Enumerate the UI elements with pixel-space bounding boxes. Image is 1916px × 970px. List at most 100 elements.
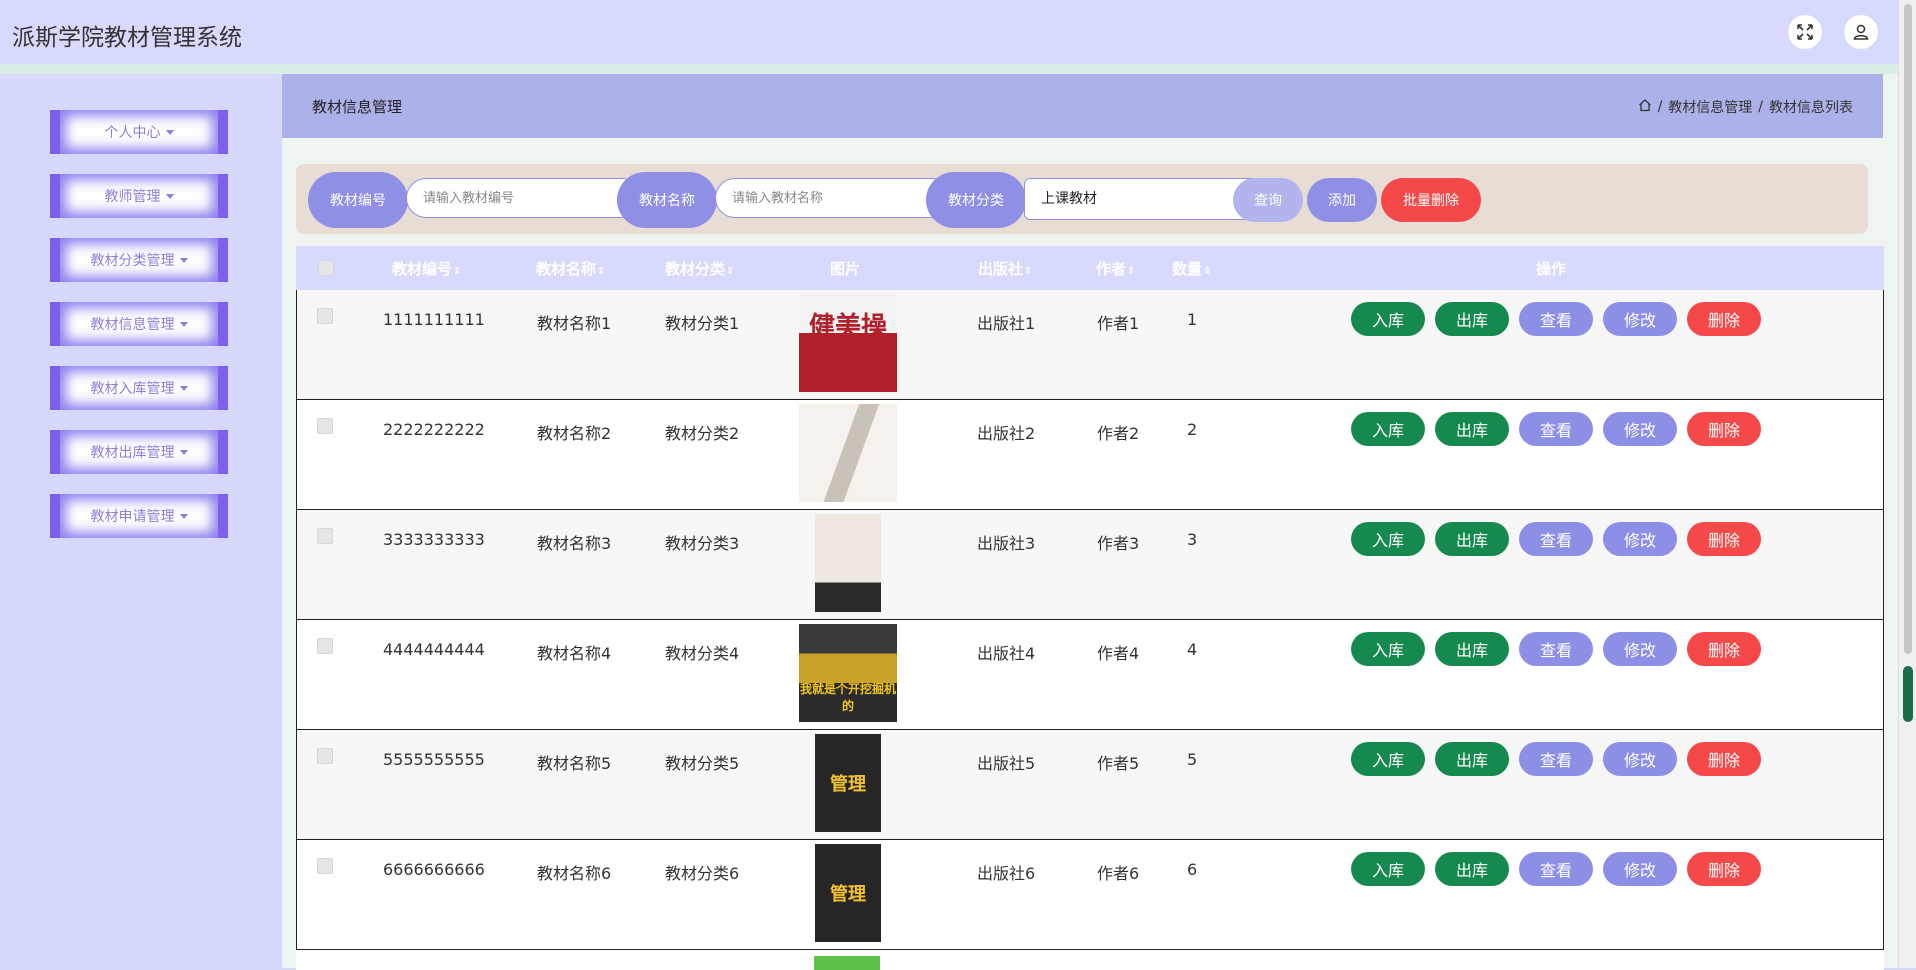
delete-button[interactable]: 删除: [1687, 742, 1761, 776]
sort-icon: ⇕: [1024, 266, 1033, 277]
chevron-down-icon: [179, 513, 188, 519]
row-checkbox[interactable]: [317, 858, 333, 874]
stock-in-button[interactable]: 入库: [1351, 412, 1425, 446]
sidebar-item-stock-out[interactable]: 教材出库管理: [50, 430, 228, 474]
user-icon[interactable]: [1844, 15, 1878, 49]
category-label: 教材分类: [926, 172, 1026, 228]
chevron-down-icon: [179, 321, 188, 327]
edit-button[interactable]: 修改: [1603, 412, 1677, 446]
stock-in-button[interactable]: 入库: [1351, 632, 1425, 666]
cell-quantity: 5: [1187, 750, 1198, 769]
column-header-publisher[interactable]: 出版社⇕: [978, 258, 1032, 279]
stock-out-button[interactable]: 出库: [1435, 412, 1509, 446]
code-label: 教材编号: [308, 172, 408, 228]
edit-button[interactable]: 修改: [1603, 742, 1677, 776]
code-search-input[interactable]: [406, 178, 642, 218]
stock-in-button[interactable]: 入库: [1351, 742, 1425, 776]
cell-author: 作者3: [1097, 534, 1140, 553]
sort-icon: ⇕: [1127, 266, 1136, 277]
cell-name: 教材名称5: [537, 754, 612, 773]
table-row: 3333333333 教材名称3 教材分类3 出版社3 作者3 3 入库 出库 …: [296, 510, 1884, 620]
table-row: 4444444444 教材名称4 教材分类4 我就是个开挖掘机的 出版社4 作者…: [296, 620, 1884, 730]
chevron-down-icon: [179, 257, 188, 263]
row-checkbox[interactable]: [317, 418, 333, 434]
sidebar-item-personal-center[interactable]: 个人中心: [50, 110, 228, 154]
column-header-quantity[interactable]: 数量⇕: [1172, 258, 1211, 279]
chevron-down-icon: [165, 129, 174, 135]
cell-name: 教材名称2: [537, 424, 612, 443]
book-cover-image: 管理: [815, 734, 881, 832]
delete-button[interactable]: 删除: [1687, 412, 1761, 446]
sidebar-item-teacher-management[interactable]: 教师管理: [50, 174, 228, 218]
edit-button[interactable]: 修改: [1603, 632, 1677, 666]
edit-button[interactable]: 修改: [1603, 522, 1677, 556]
category-select[interactable]: 上课教材: [1024, 178, 1260, 220]
search-bar: 教材编号 教材名称 教材分类 上课教材 查询 添加 批量删除: [296, 164, 1868, 234]
stock-in-button[interactable]: 入库: [1351, 522, 1425, 556]
cell-category: 教材分类1: [665, 314, 740, 333]
cell-code: 4444444444: [383, 640, 485, 659]
view-button[interactable]: 查看: [1519, 412, 1593, 446]
cell-publisher: 出版社2: [977, 424, 1036, 443]
view-button[interactable]: 查看: [1519, 302, 1593, 336]
cell-publisher: 出版社6: [977, 864, 1036, 883]
fullscreen-icon[interactable]: [1788, 15, 1822, 49]
row-checkbox[interactable]: [317, 308, 333, 324]
scrollbar-track[interactable]: [1904, 4, 1912, 654]
row-checkbox[interactable]: [317, 528, 333, 544]
name-search-input[interactable]: [715, 178, 951, 218]
cell-name: 教材名称3: [537, 534, 612, 553]
main-content: 教材信息管理 / 教材信息管理 / 教材信息列表 教材编号 教材名称 教材分类 …: [282, 74, 1898, 970]
scrollbar-thumb[interactable]: [1903, 666, 1913, 722]
book-cover-image: 健美操: [799, 294, 897, 392]
breadcrumb-item-info-management[interactable]: 教材信息管理: [1668, 97, 1752, 117]
column-header-code[interactable]: 教材编号⇕: [392, 258, 461, 279]
page-scrollbar[interactable]: [1898, 0, 1916, 968]
stock-out-button[interactable]: 出库: [1435, 302, 1509, 336]
batch-delete-button[interactable]: 批量删除: [1381, 178, 1481, 222]
view-button[interactable]: 查看: [1519, 742, 1593, 776]
delete-button[interactable]: 删除: [1687, 852, 1761, 886]
select-all-checkbox[interactable]: [318, 260, 334, 276]
cell-author: 作者4: [1097, 644, 1140, 663]
name-label: 教材名称: [617, 172, 717, 228]
add-button[interactable]: 添加: [1307, 178, 1377, 222]
row-checkbox[interactable]: [317, 748, 333, 764]
row-checkbox[interactable]: [317, 638, 333, 654]
column-header-name[interactable]: 教材名称⇕: [536, 258, 605, 279]
cell-category: 教材分类6: [665, 864, 740, 883]
sort-icon: ⇕: [1203, 266, 1212, 277]
sidebar-item-stock-in[interactable]: 教材入库管理: [50, 366, 228, 410]
sidebar-item-application[interactable]: 教材申请管理: [50, 494, 228, 538]
delete-button[interactable]: 删除: [1687, 302, 1761, 336]
edit-button[interactable]: 修改: [1603, 302, 1677, 336]
stock-out-button[interactable]: 出库: [1435, 852, 1509, 886]
sort-icon: ⇕: [453, 266, 462, 277]
delete-button[interactable]: 删除: [1687, 522, 1761, 556]
delete-button[interactable]: 删除: [1687, 632, 1761, 666]
cell-quantity: 2: [1187, 420, 1198, 439]
book-cover-image: 管理: [815, 844, 881, 942]
book-cover-image: 我就是个开挖掘机的: [799, 624, 897, 722]
stock-in-button[interactable]: 入库: [1351, 852, 1425, 886]
stock-out-button[interactable]: 出库: [1435, 742, 1509, 776]
sidebar-item-textbook-info[interactable]: 教材信息管理: [50, 302, 228, 346]
query-button[interactable]: 查询: [1233, 178, 1303, 222]
stock-out-button[interactable]: 出库: [1435, 522, 1509, 556]
cell-author: 作者6: [1097, 864, 1140, 883]
cell-category: 教材分类4: [665, 644, 740, 663]
sort-icon: ⇕: [726, 266, 735, 277]
breadcrumb: / 教材信息管理 / 教材信息列表: [1638, 97, 1853, 117]
view-button[interactable]: 查看: [1519, 852, 1593, 886]
edit-button[interactable]: 修改: [1603, 852, 1677, 886]
home-icon[interactable]: [1638, 98, 1652, 116]
table-row: 6666666666 教材名称6 教材分类6 管理 出版社6 作者6 6 入库 …: [296, 840, 1884, 950]
sidebar-item-category-management[interactable]: 教材分类管理: [50, 238, 228, 282]
stock-out-button[interactable]: 出库: [1435, 632, 1509, 666]
cell-code: 6666666666: [383, 860, 485, 879]
view-button[interactable]: 查看: [1519, 632, 1593, 666]
column-header-author[interactable]: 作者⇕: [1096, 258, 1135, 279]
stock-in-button[interactable]: 入库: [1351, 302, 1425, 336]
column-header-category[interactable]: 教材分类⇕: [665, 258, 734, 279]
view-button[interactable]: 查看: [1519, 522, 1593, 556]
